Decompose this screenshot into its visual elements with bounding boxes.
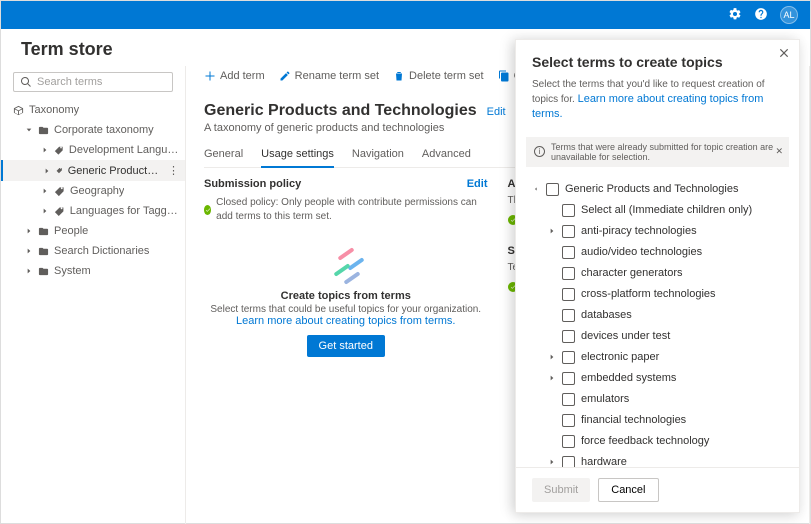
chevron-right-icon <box>548 458 556 466</box>
term-row[interactable]: databases <box>532 305 787 326</box>
rename-button[interactable]: Rename term set <box>279 70 379 82</box>
more-icon[interactable]: ⋮ <box>168 164 179 177</box>
term-row[interactable]: embedded systems <box>532 368 787 389</box>
chevron-right-icon <box>548 227 556 235</box>
checkbox[interactable] <box>562 456 575 467</box>
tab-navigation[interactable]: Navigation <box>352 148 404 167</box>
chevron-right-icon <box>548 353 556 361</box>
panel-title: Select terms to create topics <box>532 54 783 70</box>
promo-illustration-icon <box>325 248 367 284</box>
panel-root-row[interactable]: Generic Products and Technologies <box>532 179 787 200</box>
term-row[interactable]: electronic paper <box>532 347 787 368</box>
submission-text: Closed policy: Only people with contribu… <box>216 196 487 224</box>
term-row[interactable]: financial technologies <box>532 410 787 431</box>
tab-usage-settings[interactable]: Usage settings <box>261 148 334 168</box>
term-row[interactable]: devices under test <box>532 326 787 347</box>
tree-node[interactable]: Languages for Tagging <box>1 201 185 221</box>
checkbox[interactable] <box>562 204 575 217</box>
select-terms-panel: Select terms to create topics Select the… <box>515 39 800 513</box>
add-term-button[interactable]: Add term <box>204 70 265 82</box>
term-row[interactable]: cross-platform technologies <box>532 284 787 305</box>
avatar[interactable]: AL <box>780 6 798 24</box>
help-icon[interactable] <box>754 7 768 24</box>
tree-node[interactable]: Development Languages <box>1 140 185 160</box>
submission-heading: Submission policy <box>204 178 301 190</box>
checkbox[interactable] <box>562 288 575 301</box>
promo-text: Select terms that could be useful topics… <box>204 304 488 315</box>
tab-advanced[interactable]: Advanced <box>422 148 471 167</box>
term-row[interactable]: audio/video technologies <box>532 242 787 263</box>
dismiss-info-icon[interactable]: ✕ <box>775 146 783 157</box>
checkbox[interactable] <box>562 267 575 280</box>
term-row[interactable]: force feedback technology <box>532 431 787 452</box>
get-started-button[interactable]: Get started <box>307 335 385 357</box>
checkbox[interactable] <box>562 393 575 406</box>
edit-title-link[interactable]: Edit <box>487 106 506 118</box>
checkbox[interactable] <box>562 351 575 364</box>
tree-node[interactable]: Corporate taxonomy <box>1 120 185 140</box>
tree-root[interactable]: Taxonomy <box>1 100 185 120</box>
termset-title: Generic Products and Technologies <box>204 102 477 120</box>
checkbox[interactable] <box>562 330 575 343</box>
check-icon <box>204 205 211 215</box>
search-placeholder: Search terms <box>37 76 102 88</box>
checkbox[interactable] <box>562 414 575 427</box>
promo-card: Create topics from terms Select terms th… <box>204 248 488 357</box>
panel-description: Select the terms that you'd like to requ… <box>532 78 783 123</box>
tree-node[interactable]: Generic Products and Technol...⋮ <box>1 160 185 181</box>
checkbox[interactable] <box>562 372 575 385</box>
term-row[interactable]: character generators <box>532 263 787 284</box>
submit-button[interactable]: Submit <box>532 478 590 502</box>
tab-general[interactable]: General <box>204 148 243 167</box>
checkbox[interactable] <box>562 246 575 259</box>
info-icon: i <box>534 146 545 157</box>
promo-learn-more-link[interactable]: Learn more about creating topics from te… <box>236 315 455 327</box>
checkbox[interactable] <box>546 183 559 196</box>
submission-edit-link[interactable]: Edit <box>467 178 488 190</box>
panel-info-bar: i Terms that were already submitted for … <box>526 137 789 167</box>
promo-title: Create topics from terms <box>204 290 488 302</box>
tree-node[interactable]: System <box>1 261 185 281</box>
select-all-row[interactable]: Select all (Immediate children only) <box>532 200 787 221</box>
search-input[interactable]: Search terms <box>13 72 173 92</box>
term-row[interactable]: hardware <box>532 452 787 467</box>
sidebar: Search terms Taxonomy Corporate taxonomy… <box>1 66 186 524</box>
checkbox[interactable] <box>562 225 575 238</box>
term-row[interactable]: anti-piracy technologies <box>532 221 787 242</box>
tree-node[interactable]: Geography <box>1 181 185 201</box>
settings-icon[interactable] <box>728 7 742 24</box>
checkbox[interactable] <box>562 309 575 322</box>
chevron-right-icon <box>548 374 556 382</box>
term-row[interactable]: emulators <box>532 389 787 410</box>
chevron-down-icon <box>532 185 540 193</box>
close-icon[interactable] <box>777 46 791 60</box>
checkbox[interactable] <box>562 435 575 448</box>
tree-node[interactable]: People <box>1 221 185 241</box>
suite-header: AL <box>1 1 810 29</box>
panel-info-text: Terms that were already submitted for to… <box>551 142 781 162</box>
cancel-button[interactable]: Cancel <box>598 478 658 502</box>
tree-root-label: Taxonomy <box>29 104 79 116</box>
panel-tree: Generic Products and Technologies Select… <box>516 173 799 467</box>
tree-node[interactable]: Search Dictionaries <box>1 241 185 261</box>
delete-button[interactable]: Delete term set <box>393 70 484 82</box>
